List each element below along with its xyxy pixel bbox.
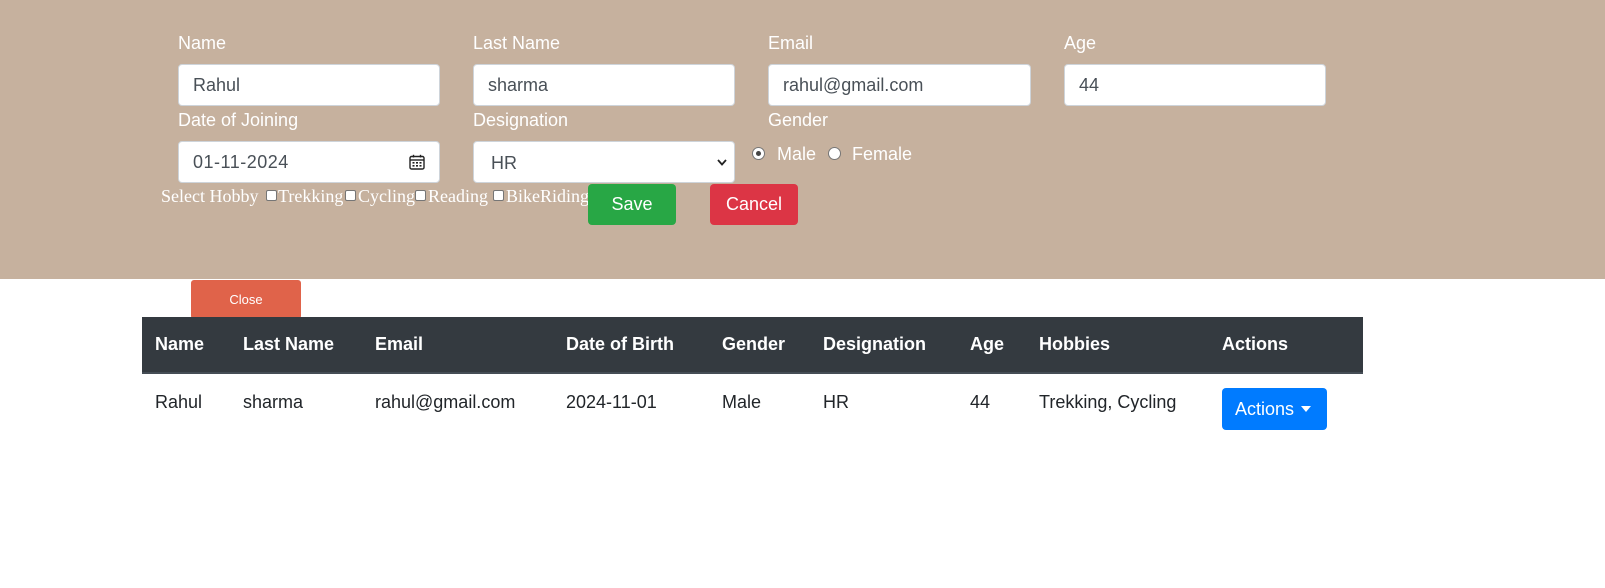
designation-select[interactable]: HR [473, 141, 735, 183]
email-label: Email [768, 33, 814, 53]
hobby-cycling-checkbox[interactable] [345, 190, 356, 201]
cell-age: 44 [970, 391, 991, 412]
hobby-reading-checkbox[interactable] [415, 190, 426, 201]
hobby-cycling-label[interactable]: Cycling [358, 185, 415, 207]
hobby-bikeriding-checkbox[interactable] [493, 190, 504, 201]
name-label: Name [178, 33, 227, 53]
table-header-row: Name Last Name Email Date of Birth Gende… [142, 317, 1363, 374]
column-header-date-of-birth: Date of Birth [553, 317, 709, 374]
column-header-actions: Actions [1209, 317, 1363, 374]
cell-last-name: sharma [243, 391, 304, 412]
cell-date-of-birth: 2024-11-01 [566, 391, 657, 412]
employee-table: Name Last Name Email Date of Birth Gende… [142, 317, 1363, 430]
employee-form-panel: Name Last Name Email Age Date of Joining… [0, 0, 1605, 279]
actions-dropdown-button[interactable]: Actions [1222, 388, 1327, 430]
caret-down-icon [1301, 406, 1311, 412]
gender-female-radio[interactable] [828, 147, 841, 160]
gender-male-label[interactable]: Male [777, 143, 816, 165]
cancel-button[interactable]: Cancel [710, 184, 798, 225]
cell-designation: HR [823, 391, 849, 412]
cell-actions: Actions [1209, 373, 1363, 430]
designation-label: Designation [473, 110, 569, 130]
hobby-trekking-label[interactable]: Trekking [278, 185, 343, 207]
hobby-reading-label[interactable]: Reading [428, 185, 488, 207]
chevron-down-icon [717, 159, 727, 166]
last-name-input[interactable] [473, 64, 735, 106]
cell-name: Rahul [155, 391, 203, 412]
last-name-label: Last Name [473, 33, 561, 53]
date-of-joining-label: Date of Joining [178, 110, 299, 130]
column-header-last-name: Last Name [230, 317, 362, 374]
cell-gender: Male [722, 391, 762, 412]
age-input[interactable] [1064, 64, 1326, 106]
hobby-bikeriding-label[interactable]: BikeRiding [506, 185, 589, 207]
save-button[interactable]: Save [588, 184, 676, 225]
age-label: Age [1064, 33, 1097, 53]
gender-male-radio[interactable] [752, 147, 765, 160]
gender-female-label[interactable]: Female [852, 143, 912, 165]
close-button[interactable]: Close [191, 280, 301, 319]
name-input[interactable] [178, 64, 440, 106]
column-header-age: Age [957, 317, 1026, 374]
date-of-joining-value: 01-11-2024 [193, 152, 289, 172]
date-of-joining-input[interactable]: 01-11-2024 [178, 141, 440, 183]
actions-button-label: Actions [1235, 398, 1295, 419]
column-header-hobbies: Hobbies [1026, 317, 1209, 374]
select-hobby-label: Select Hobby [161, 186, 259, 206]
cell-hobbies: Trekking, Cycling [1039, 391, 1177, 412]
column-header-name: Name [142, 317, 230, 374]
column-header-email: Email [362, 317, 553, 374]
email-input[interactable] [768, 64, 1031, 106]
cell-email: rahul@gmail.com [375, 391, 516, 412]
column-header-gender: Gender [709, 317, 810, 374]
hobby-trekking-checkbox[interactable] [266, 190, 277, 201]
column-header-designation: Designation [810, 317, 957, 374]
calendar-icon[interactable] [409, 154, 425, 170]
designation-selected-value: HR [491, 153, 517, 173]
table-row: Rahul sharma rahul@gmail.com 2024-11-01 … [142, 373, 1363, 430]
gender-label: Gender [768, 110, 829, 130]
